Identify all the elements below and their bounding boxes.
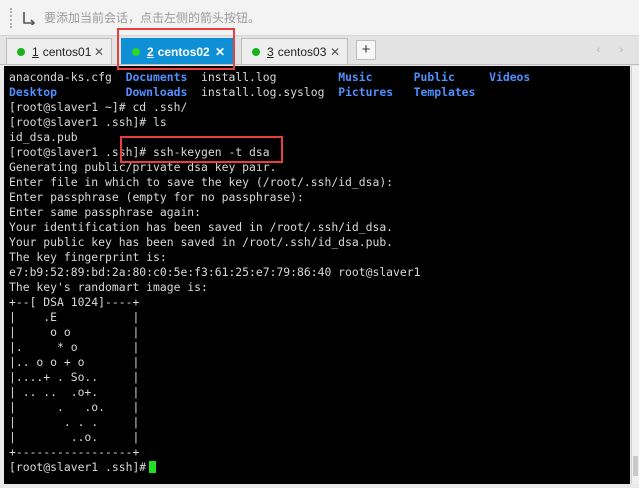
text-cursor [149, 461, 157, 473]
ls-output-row: anaconda-ks.cfg Documents install.log Mu… [9, 70, 530, 85]
dir-name: Videos [489, 70, 531, 84]
add-session-arrow-icon[interactable] [22, 11, 36, 27]
new-tab-button[interactable]: + [356, 40, 376, 60]
tab-centos01[interactable]: 1 centos01 ✕ [6, 38, 112, 64]
connected-status-icon [17, 47, 25, 56]
session-tab-bar: 1 centos01 ✕ 2 centos02 ✕ 3 centos03 ✕ +… [0, 36, 639, 65]
drag-grip[interactable] [10, 7, 18, 28]
dir-name: Music [338, 70, 373, 84]
hint-text: 要添加当前会话，点击左侧的箭头按钮。 [44, 11, 261, 25]
randomart-line: | ..o. | [9, 430, 140, 444]
tab-label: centos01 [42, 44, 92, 59]
tab-index: 3 [267, 44, 274, 59]
terminal-output[interactable]: anaconda-ks.cfg Documents install.log Mu… [4, 66, 630, 484]
randomart-line: +--[ DSA 1024]----+ [9, 295, 140, 309]
terminal-line: Enter file in which to save the key (/ro… [9, 175, 394, 189]
close-icon[interactable]: ✕ [330, 45, 340, 59]
ls-output-row: Desktop Downloads install.log.syslog Pic… [9, 85, 475, 100]
randomart-line: | . . . | [9, 415, 140, 429]
tab-index: 1 [32, 44, 39, 59]
dir-name: Public [413, 70, 455, 84]
terminal-line: Enter same passphrase again: [9, 205, 202, 219]
file-name: install.log.syslog [201, 85, 325, 99]
tab-centos02[interactable]: 2 centos02 ✕ [121, 38, 233, 64]
tab-label: centos02 [157, 44, 210, 59]
terminal-line: [root@slaver1 .ssh]# ls [9, 115, 167, 129]
prompt-text: [root@slaver1 .ssh]# [9, 460, 147, 474]
terminal-line: Your public key has been saved in /root/… [9, 235, 394, 249]
tab-label: centos03 [277, 44, 327, 59]
terminal-line: Your identification has been saved in /r… [9, 220, 394, 234]
terminal-line: id_dsa.pub [9, 130, 78, 144]
terminal-line: The key fingerprint is: [9, 250, 167, 264]
close-icon[interactable]: ✕ [94, 45, 104, 59]
dir-name: Downloads [125, 85, 188, 99]
randomart-line: +-----------------+ [9, 445, 140, 459]
randomart-line: |.. o o + o | [9, 355, 140, 369]
randomart-line: |. * o | [9, 340, 140, 354]
randomart-line: | .E | [9, 310, 140, 324]
dir-name: Documents [125, 70, 188, 84]
close-icon[interactable]: ✕ [215, 45, 225, 59]
scrollbar-thumb[interactable] [633, 456, 638, 476]
connected-status-icon [132, 47, 140, 56]
randomart-line: |....+ . So.. | [9, 370, 140, 384]
file-name: anaconda-ks.cfg [9, 70, 112, 84]
dir-name: Pictures [338, 85, 394, 99]
session-hint-bar: 要添加当前会话，点击左侧的箭头按钮。 [0, 0, 639, 36]
terminal-line: Enter passphrase (empty for no passphras… [9, 190, 304, 204]
connected-status-icon [252, 47, 260, 56]
terminal-line: e7:b9:52:89:bd:2a:80:c0:5e:f3:61:25:e7:7… [9, 265, 421, 279]
command-prompt[interactable]: [root@slaver1 .ssh]# [9, 460, 157, 475]
randomart-line: | . .o. | [9, 400, 140, 414]
tab-index: 2 [147, 44, 154, 59]
tab-centos03[interactable]: 3 centos03 ✕ [241, 38, 348, 64]
terminal-line: The key's randomart image is: [9, 280, 208, 294]
terminal-line: [root@slaver1 .ssh]# ssh-keygen -t dsa [9, 145, 270, 159]
randomart-line: | .. .. .o+. | [9, 385, 140, 399]
tab-scroll-arrows-icon[interactable]: ‹ › [597, 44, 631, 56]
dir-name: Desktop [9, 85, 58, 99]
terminal-line: Generating public/private dsa key pair. [9, 160, 277, 174]
terminal-scrollbar[interactable] [631, 66, 639, 484]
randomart-line: | o o | [9, 325, 140, 339]
terminal-line: [root@slaver1 ~]# cd .ssh/ [9, 100, 188, 114]
dir-name: Templates [413, 85, 476, 99]
file-name: install.log [201, 70, 277, 84]
